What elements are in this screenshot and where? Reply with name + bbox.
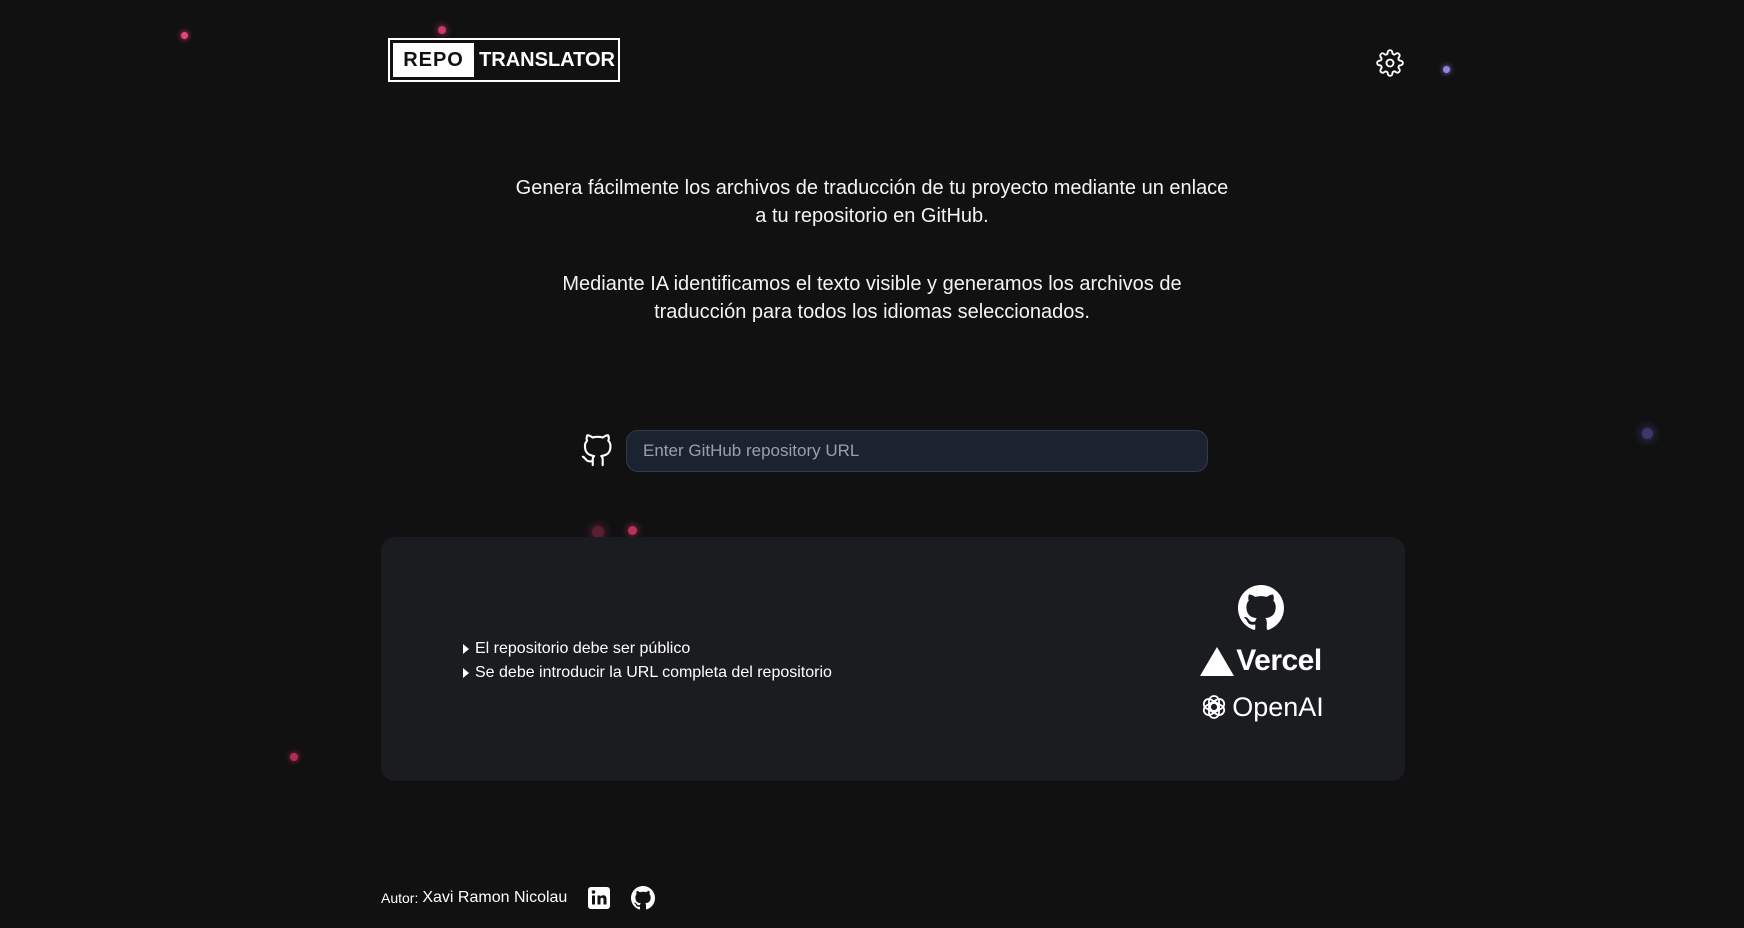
repo-url-input[interactable] (626, 430, 1208, 472)
logo-repo-text: REPO (393, 43, 475, 77)
caret-right-icon (463, 668, 469, 678)
footer: Autor: Xavi Ramon Nicolau (381, 886, 656, 910)
list-item: Se debe introducir la URL completa del r… (463, 661, 832, 685)
intro-line: traducción para todos los idiomas selecc… (654, 301, 1090, 323)
vercel-logo: Vercel (1200, 641, 1322, 681)
intro-paragraph-2: Mediante IA identificamos el texto visib… (472, 270, 1272, 326)
openai-icon (1203, 695, 1226, 719)
repo-url-row (580, 430, 1208, 472)
settings-button[interactable] (1376, 49, 1404, 77)
particle (290, 753, 298, 761)
intro-line: a tu repositorio en GitHub. (755, 205, 989, 227)
info-card: El repositorio debe ser público Se debe … (381, 537, 1405, 781)
logo-translator-text: TRANSLATOR (479, 48, 615, 71)
intro-line: Mediante IA identificamos el texto visib… (562, 273, 1182, 295)
github-icon (581, 434, 612, 467)
vercel-wordmark: Vercel (1236, 644, 1322, 677)
requirements-list: El repositorio debe ser público Se debe … (463, 637, 832, 685)
powered-by-logos: Vercel OpenAI (1195, 585, 1327, 725)
app-logo[interactable]: REPO TRANSLATOR (388, 38, 620, 82)
github-icon (1238, 585, 1284, 630)
page: REPO TRANSLATOR Genera fácilmente los ar… (0, 0, 1744, 928)
linkedin-icon[interactable] (587, 886, 611, 910)
openai-logo: OpenAI (1198, 689, 1324, 725)
particle (438, 26, 446, 34)
openai-wordmark: OpenAI (1232, 691, 1324, 722)
vercel-triangle-icon (1200, 646, 1235, 676)
intro-line: Genera fácilmente los archivos de traduc… (515, 177, 1229, 199)
github-icon[interactable] (631, 886, 656, 910)
particle (1642, 428, 1653, 439)
intro-paragraph-1: Genera fácilmente los archivos de traduc… (472, 174, 1272, 230)
list-item: El repositorio debe ser público (463, 637, 832, 661)
tip-text: El repositorio debe ser público (475, 640, 691, 657)
particle (1443, 66, 1450, 73)
gear-icon (1376, 49, 1404, 77)
particle (628, 526, 637, 535)
author-name: Xavi Ramon Nicolau (422, 889, 568, 906)
author-label: Autor: (381, 890, 419, 906)
tip-text: Se debe introducir la URL completa del r… (475, 664, 832, 681)
particle (181, 32, 188, 39)
caret-right-icon (463, 644, 469, 654)
